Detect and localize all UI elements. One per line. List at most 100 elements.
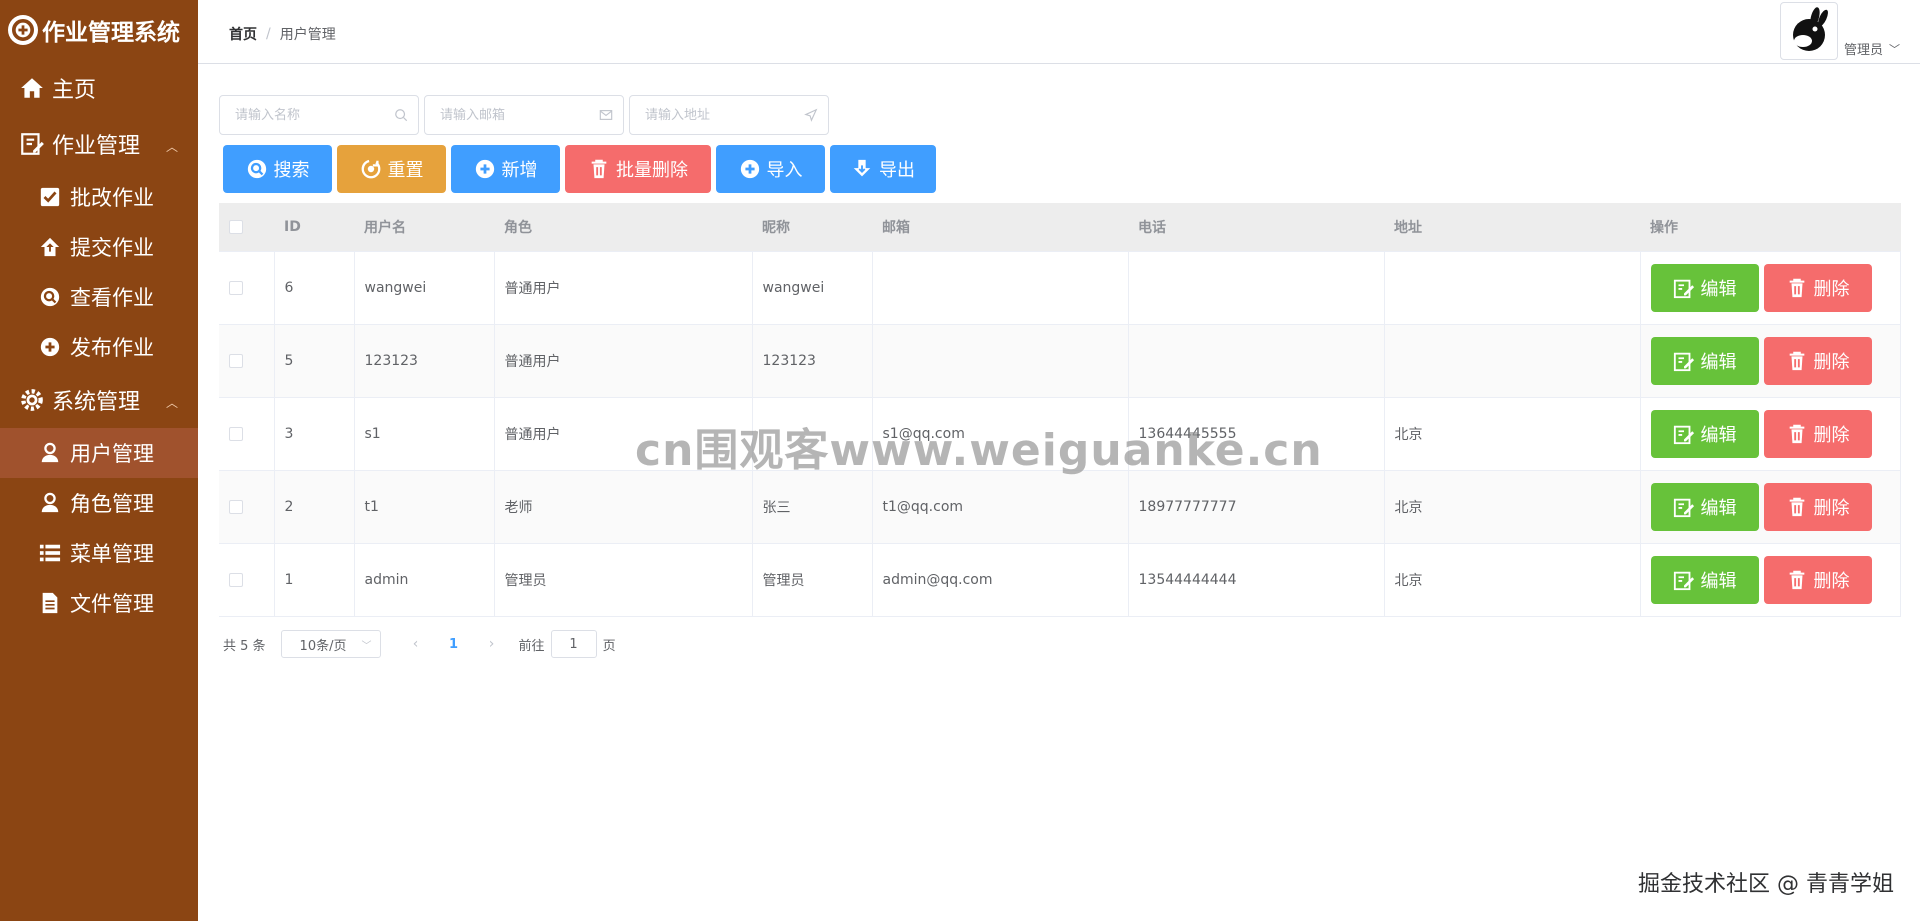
column-header: 邮箱: [872, 203, 1128, 252]
sidebar-item-system-management[interactable]: 系统管理 ︿: [0, 372, 198, 428]
edit-button[interactable]: 编辑: [1650, 336, 1759, 385]
row-checkbox[interactable]: [229, 426, 243, 441]
table-row: 6 wangwei 普通用户 wangwei 编辑 删除: [219, 251, 1901, 325]
table-cell-phone: 13544444444: [1128, 543, 1385, 617]
table-cell-nickname: 张三: [752, 470, 873, 544]
delete-button[interactable]: 删除: [1763, 555, 1872, 604]
select-all-checkbox[interactable]: [229, 219, 243, 234]
table-header-row: ID 用户名 角色 昵称 邮箱 电话 地址 操作: [219, 203, 1901, 252]
plus-circle-icon: [38, 335, 62, 359]
table-cell-address: [1384, 251, 1641, 325]
table-row: 3 s1 普通用户 s1@qq.com 13644445555 北京 编辑 删除: [219, 397, 1901, 471]
sidebar-item-homework-management[interactable]: 作业管理 ︿: [0, 116, 198, 172]
edit-icon: [1673, 496, 1695, 518]
jump-prefix: 前往: [518, 638, 545, 654]
next-page-button[interactable]: ›: [477, 636, 507, 652]
jump-page-input[interactable]: [550, 630, 597, 658]
select-cell: [219, 324, 275, 398]
row-checkbox[interactable]: [229, 280, 243, 295]
table-cell-role: 普通用户: [494, 397, 753, 471]
column-header[interactable]: ID: [274, 203, 354, 252]
edit-button[interactable]: 编辑: [1650, 482, 1759, 531]
logo-plus-circle-icon: [8, 15, 38, 45]
delete-button[interactable]: 删除: [1763, 482, 1872, 531]
table-cell-username: admin: [354, 543, 495, 617]
upload-house-icon: [38, 235, 62, 259]
select-cell: [219, 251, 275, 325]
edit-button-label: 编辑: [1700, 278, 1737, 300]
add-button[interactable]: 新增: [451, 145, 560, 193]
list-icon: [38, 541, 62, 565]
column-header: 角色: [494, 203, 752, 252]
breadcrumb-home[interactable]: 首页: [229, 24, 257, 44]
sidebar-item-label: 发布作业: [70, 336, 154, 360]
sidebar-item-user-management[interactable]: 用户管理: [0, 428, 198, 478]
row-checkbox[interactable]: [229, 499, 243, 514]
sidebar-item-file-management[interactable]: 文件管理: [0, 578, 198, 628]
plus-circle-icon: [474, 158, 496, 180]
chevron-up-icon: ︿: [165, 396, 178, 410]
column-header: 用户名: [354, 203, 494, 252]
edit-button[interactable]: 编辑: [1650, 263, 1759, 312]
sidebar-item-grade-homework[interactable]: 批改作业: [0, 172, 198, 222]
actions-cell: 编辑 删除: [1640, 543, 1901, 617]
delete-button-label: 删除: [1813, 278, 1850, 300]
select-all-cell: [219, 203, 274, 252]
table-row: 5 123123 普通用户 123123 编辑 删除: [219, 324, 1901, 398]
page-size-value: 10条/页: [299, 638, 347, 654]
user-icon: [38, 491, 62, 515]
batch-delete-button[interactable]: 批量删除: [565, 145, 711, 193]
sidebar-item-menu-management[interactable]: 菜单管理: [0, 528, 198, 578]
sidebar-item-submit-homework[interactable]: 提交作业: [0, 222, 198, 272]
export-button[interactable]: 导出: [830, 145, 936, 193]
page-size-select[interactable]: 10条/页 ﹀: [280, 630, 381, 658]
address-search-input[interactable]: [630, 96, 828, 134]
edit-button[interactable]: 编辑: [1650, 555, 1759, 604]
table-cell-username: s1: [354, 397, 495, 471]
trash-icon: [588, 158, 610, 180]
prev-page-button[interactable]: ‹: [401, 636, 431, 652]
rabbit-avatar-icon[interactable]: [1779, 2, 1838, 60]
delete-button[interactable]: 删除: [1763, 336, 1872, 385]
row-checkbox[interactable]: [229, 572, 243, 587]
batch-delete-button-label: 批量删除: [616, 160, 688, 181]
actions-cell: 编辑 删除: [1640, 251, 1901, 325]
pagination-total: 共 5 条: [223, 638, 266, 654]
edit-document-icon: [18, 130, 46, 158]
chevron-up-icon: ︿: [165, 140, 178, 154]
sidebar-item-role-management[interactable]: 角色管理: [0, 478, 198, 528]
table-cell-nickname: 管理员: [752, 543, 873, 617]
reset-button[interactable]: 重置: [337, 145, 446, 193]
table-cell-role: 老师: [494, 470, 753, 544]
name-search-input[interactable]: [220, 96, 418, 134]
page-number[interactable]: 1: [439, 637, 469, 652]
main-content: 搜索 重置 新增 批量删除 导入 导出 ID 用户名 角: [198, 65, 1920, 921]
email-search-input[interactable]: [425, 96, 623, 134]
edit-button-label: 编辑: [1700, 351, 1737, 373]
trash-icon: [1786, 496, 1808, 518]
sidebar-item-label: 菜单管理: [70, 542, 154, 566]
delete-button[interactable]: 删除: [1763, 263, 1872, 312]
sidebar-item-publish-homework[interactable]: 发布作业: [0, 322, 198, 372]
select-cell: [219, 470, 275, 544]
table-cell-id: 1: [274, 543, 355, 617]
table-cell-id: 3: [274, 397, 355, 471]
trash-icon: [1786, 423, 1808, 445]
edit-button-label: 编辑: [1700, 497, 1737, 519]
table-cell-email: admin@qq.com: [872, 543, 1129, 617]
sidebar-item-home[interactable]: 主页: [0, 60, 198, 116]
table-row: 2 t1 老师 张三 t1@qq.com 18977777777 北京 编辑 删除: [219, 470, 1901, 544]
sidebar-item-view-homework[interactable]: 查看作业: [0, 272, 198, 322]
table-cell-email: [872, 324, 1129, 398]
search-button[interactable]: 搜索: [223, 145, 332, 193]
import-button[interactable]: 导入: [716, 145, 825, 193]
user-menu[interactable]: 管理员 ﹀: [1779, 2, 1900, 60]
edit-button[interactable]: 编辑: [1650, 409, 1759, 458]
sidebar-item-label: 文件管理: [70, 592, 154, 616]
user-name[interactable]: 管理员 ﹀: [1844, 39, 1900, 59]
delete-button[interactable]: 删除: [1763, 409, 1872, 458]
envelope-icon: [599, 110, 613, 120]
row-checkbox[interactable]: [229, 353, 243, 368]
table-cell-role: 普通用户: [494, 324, 753, 398]
table-cell-nickname: [752, 397, 873, 471]
